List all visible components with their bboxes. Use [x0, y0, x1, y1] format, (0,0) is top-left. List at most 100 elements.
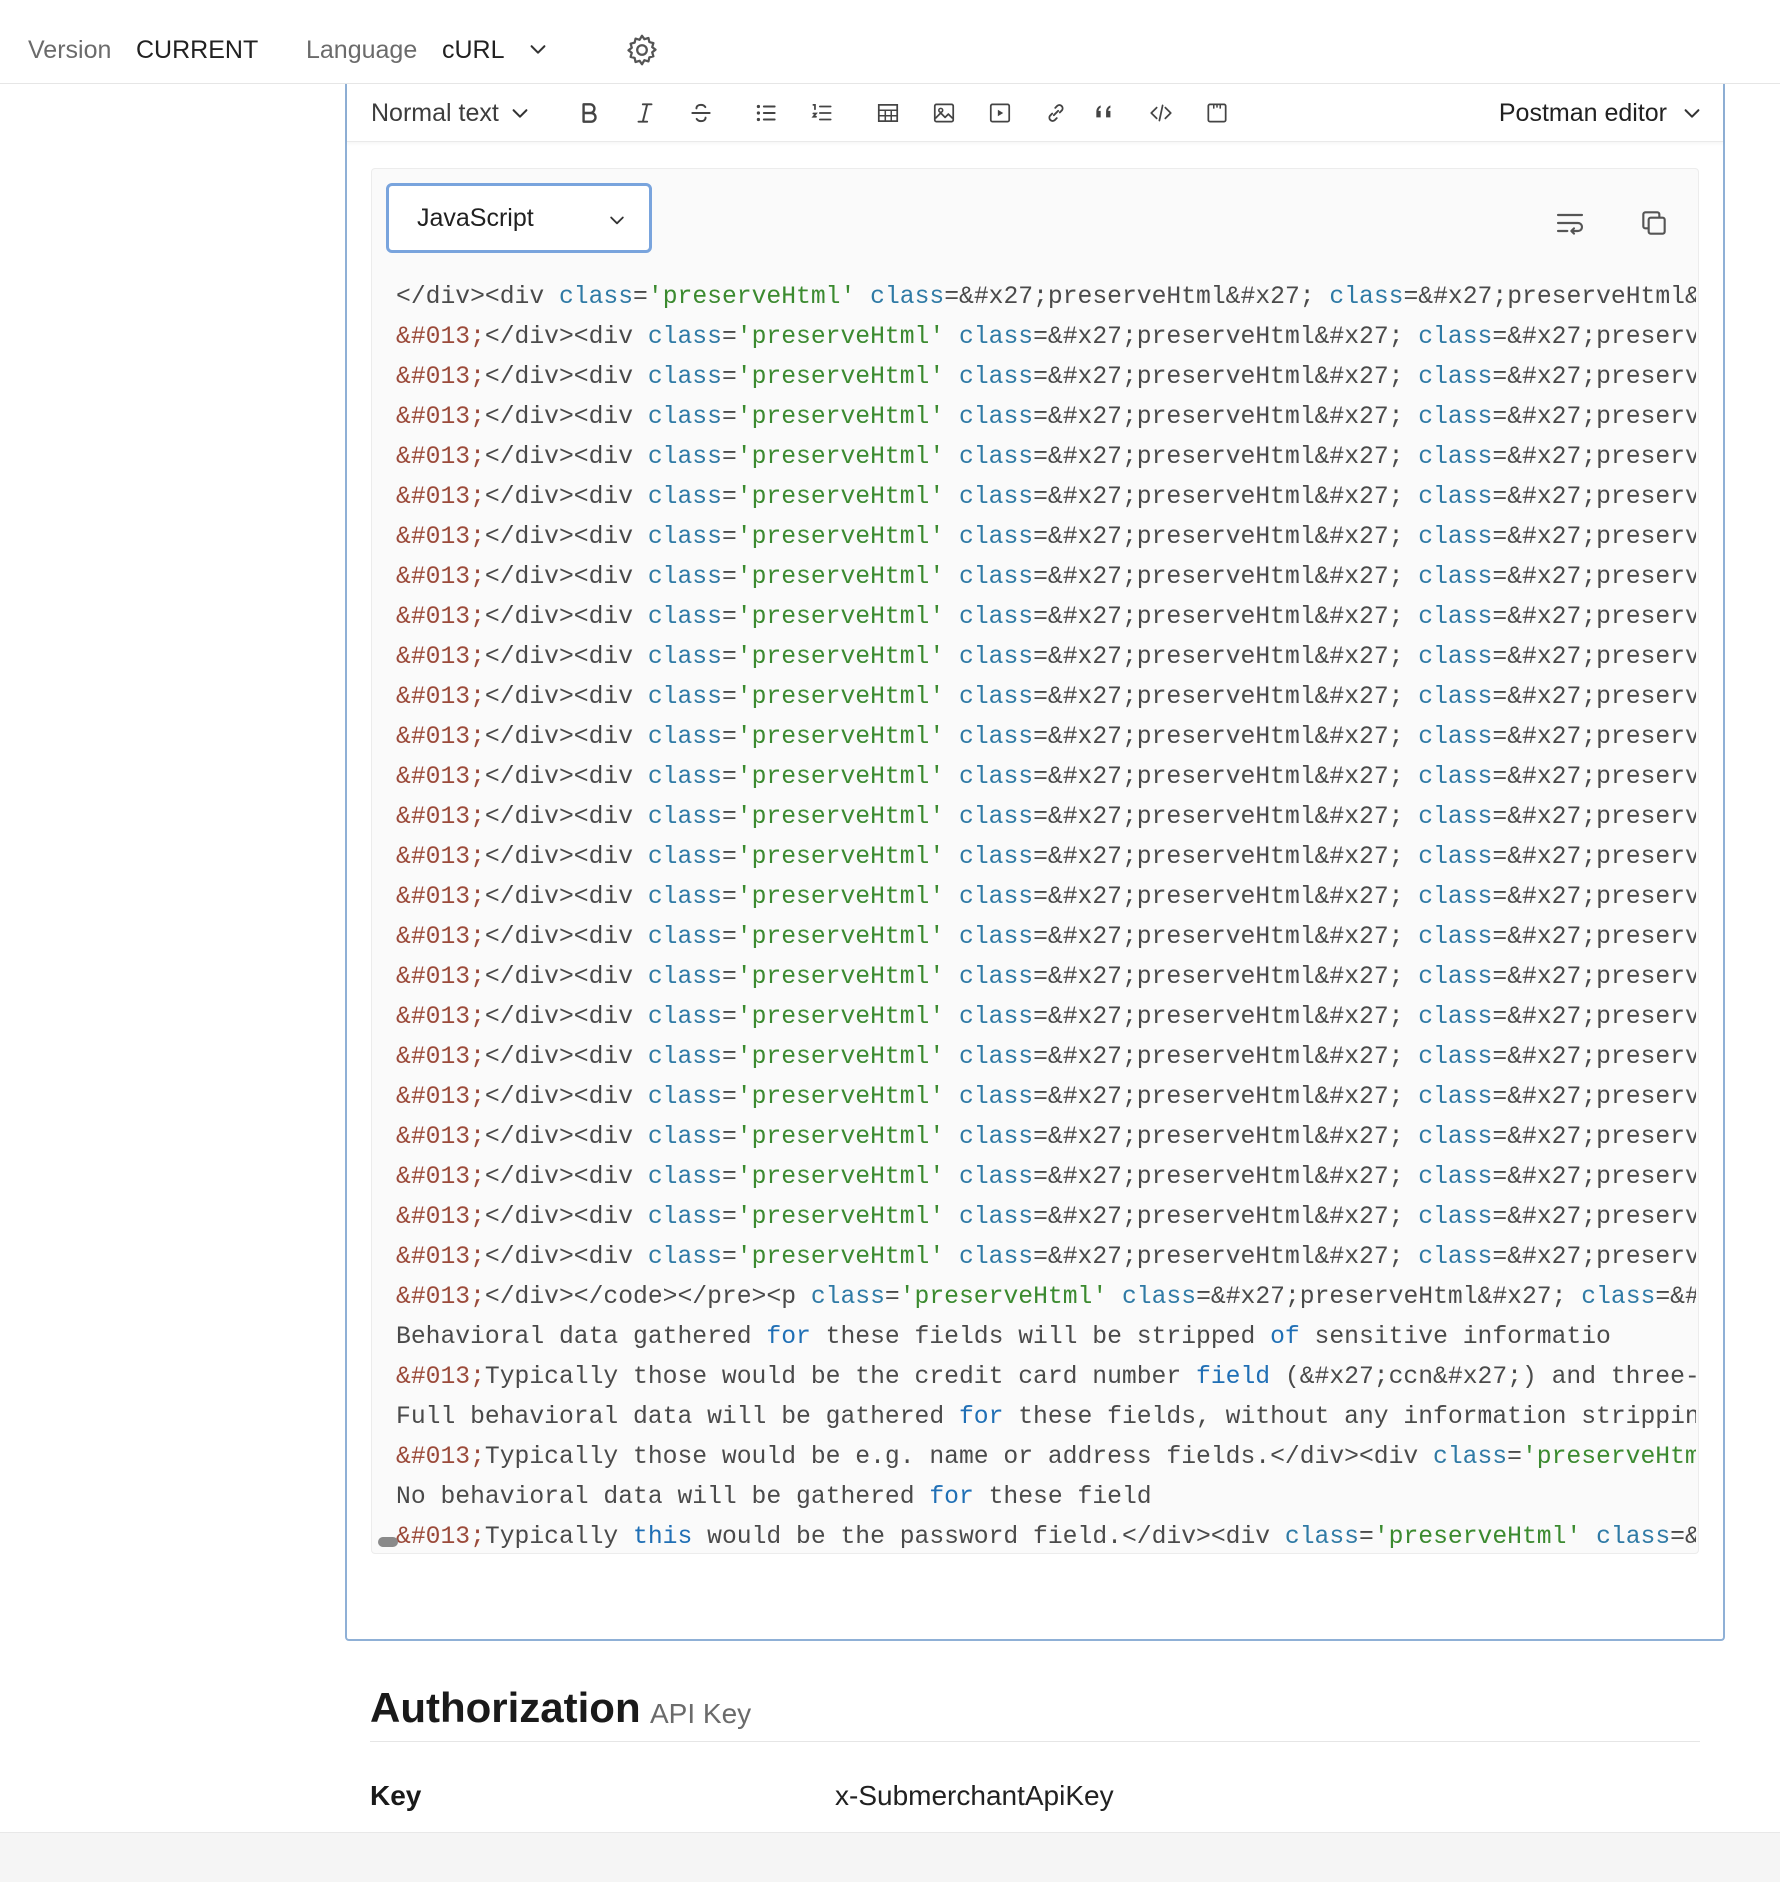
code-line: &#013;</div><div class='preserveHtml' cl…: [396, 917, 1696, 957]
code-token: class: [959, 563, 1034, 591]
code-line: &#013;</div><div class='preserveHtml' cl…: [396, 997, 1696, 1037]
code-token: Typically: [484, 1523, 634, 1551]
code-token: class: [959, 1203, 1034, 1231]
editor-mode-select[interactable]: Postman editor: [1499, 96, 1703, 130]
code-token: field: [1196, 1363, 1271, 1391]
code-token: class: [1418, 363, 1493, 391]
code-token: 'preserveHtml': [736, 1163, 945, 1191]
bold-icon[interactable]: [572, 96, 606, 130]
code-token: 'preserveHtml': [736, 1083, 945, 1111]
code-token: =&#x27;preserveHtml: [1492, 683, 1696, 711]
code-token: class: [647, 763, 722, 791]
code-token: =: [721, 1123, 737, 1151]
language-select[interactable]: cURL: [442, 32, 505, 68]
code-icon[interactable]: [1144, 96, 1178, 130]
code-token: =&#x27;preserveHtml: [1492, 443, 1696, 471]
code-token: Typically those would be the credit card…: [484, 1363, 1197, 1391]
image-icon[interactable]: [927, 96, 961, 130]
copy-icon[interactable]: [1636, 205, 1672, 241]
code-token: class: [1581, 1283, 1656, 1311]
link-icon[interactable]: [1039, 96, 1073, 130]
code-token: =&#x27;preserveHtml&#x27;: [1033, 1203, 1419, 1231]
code-token: =: [721, 803, 737, 831]
code-token: class: [1329, 283, 1404, 311]
code-token: =: [633, 283, 648, 311]
code-token: class: [1418, 1163, 1493, 1191]
code-token: =: [721, 843, 737, 871]
code-token: class: [647, 803, 722, 831]
code-token: =&#x27;preserveHtml: [1492, 1163, 1696, 1191]
code-token: &#013;: [396, 1243, 485, 1271]
code-token: =&#x27;preserveHtml: [1492, 563, 1696, 591]
code-token: class: [647, 1043, 722, 1071]
code-token: 'preserveHtml': [1373, 1523, 1582, 1551]
code-token: class: [959, 1083, 1034, 1111]
numbered-list-icon[interactable]: [805, 96, 839, 130]
code-line: &#013;</div><div class='preserveHtml' cl…: [396, 517, 1696, 557]
code-token: =&#x27;preserveHtml: [1492, 883, 1696, 911]
code-token: class: [1418, 603, 1493, 631]
strikethrough-icon[interactable]: [684, 96, 718, 130]
text-style-select[interactable]: Normal text: [371, 96, 531, 130]
code-content[interactable]: </div><div class='preserveHtml' class=&#…: [396, 277, 1696, 1553]
code-token: class: [1418, 1123, 1493, 1151]
code-token: class: [959, 1043, 1034, 1071]
code-token: =&#x27;preserveHtml&#x27;: [1033, 843, 1419, 871]
code-token: =: [721, 923, 737, 951]
code-line: &#013;Typically those would be the credi…: [396, 1357, 1696, 1397]
code-line: &#013;</div><div class='preserveHtml' cl…: [396, 717, 1696, 757]
authorization-heading: Authorization: [370, 1684, 641, 1731]
code-token: =: [721, 683, 737, 711]
code-token: =: [721, 603, 737, 631]
bulleted-list-icon[interactable]: [749, 96, 783, 130]
code-token: =: [721, 963, 737, 991]
chevron-down-icon[interactable]: [527, 38, 549, 60]
code-line: &#013;Typically those would be e.g. name…: [396, 1437, 1696, 1477]
code-token: &#013;: [396, 1043, 485, 1071]
code-token: class: [959, 1123, 1034, 1151]
code-token: =&#x27;preserveHtml: [1492, 723, 1696, 751]
code-token: =&#x27;preserveHtml: [1492, 923, 1696, 951]
code-token: class: [1418, 323, 1493, 351]
code-line: &#013;</div><div class='preserveHtml' cl…: [396, 757, 1696, 797]
wrap-lines-icon[interactable]: [1552, 205, 1588, 241]
horizontal-scrollbar-thumb[interactable]: [378, 1537, 398, 1547]
language-label: Language: [306, 36, 418, 64]
code-token: class: [959, 923, 1034, 951]
code-token: =&#x27;preserveHtml&#x27;: [1033, 403, 1419, 431]
code-token: =&#x27;preserveHtml&#x27;: [1033, 883, 1419, 911]
code-token: =&#x27;preserveHtml&#x27;: [1033, 803, 1419, 831]
table-icon[interactable]: [871, 96, 905, 130]
code-line: &#013;</div><div class='preserveHtml' cl…: [396, 677, 1696, 717]
code-line: &#013;</div><div class='preserveHtml' cl…: [396, 357, 1696, 397]
code-token: =&#x27;preserveHtml: [1492, 363, 1696, 391]
code-token: </div><div: [484, 603, 648, 631]
italic-icon[interactable]: [628, 96, 662, 130]
code-block-icon[interactable]: [1200, 96, 1234, 130]
code-token: =&#x27;preserveHtml: [1492, 323, 1696, 351]
code-token: class: [959, 643, 1034, 671]
code-token: </div><div: [396, 283, 559, 311]
version-value[interactable]: CURRENT: [136, 32, 258, 68]
video-icon[interactable]: [983, 96, 1017, 130]
gear-icon[interactable]: [624, 32, 660, 68]
code-token: class: [1121, 1283, 1197, 1311]
code-token: =&#x27;preserveHtml&#x27;: [1033, 1043, 1419, 1071]
chevron-down-icon: [1684, 109, 1700, 118]
code-language-select[interactable]: JavaScript: [386, 183, 652, 253]
code-token: &#013;: [396, 1203, 485, 1231]
code-token: 'preserveHtml': [736, 1003, 945, 1031]
code-token: 'preserveHtml': [736, 643, 945, 671]
code-token: &#013;: [396, 723, 485, 751]
code-token: class: [647, 1163, 722, 1191]
code-token: =: [721, 723, 737, 751]
code-token: =&#x27;: [1655, 1283, 1696, 1311]
quote-icon[interactable]: [1088, 96, 1122, 130]
code-token: class: [1418, 923, 1493, 951]
